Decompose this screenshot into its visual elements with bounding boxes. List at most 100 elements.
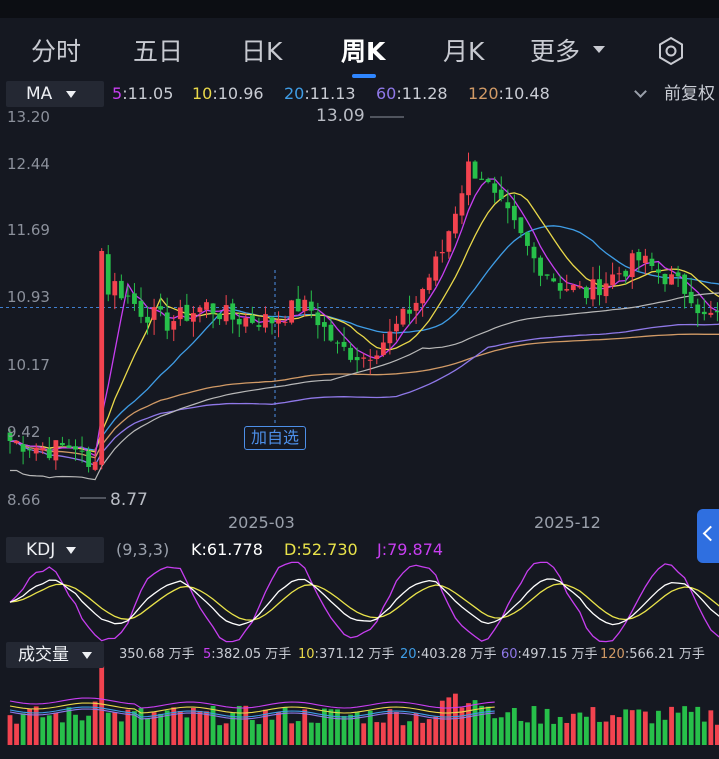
date-axis-label: 2025-12 xyxy=(534,513,601,532)
candle-body xyxy=(230,303,236,320)
candle-body xyxy=(394,323,399,332)
candle-body xyxy=(132,293,137,304)
candle-body xyxy=(623,270,629,277)
candle-body xyxy=(79,450,85,452)
volume-bar xyxy=(315,722,321,745)
candle-body xyxy=(164,312,170,331)
ma250-line xyxy=(10,292,719,481)
candle-body xyxy=(453,213,458,234)
candle-body xyxy=(322,322,327,327)
candle-body xyxy=(361,357,367,359)
candle-body xyxy=(308,301,314,311)
candle-body xyxy=(73,446,78,450)
volume-bar xyxy=(341,715,347,745)
vol-ma20-readout: 20:403.28 万手 xyxy=(400,647,497,662)
price-axis-label: 13.20 xyxy=(7,108,50,126)
volume-bar xyxy=(675,712,681,745)
price-axis-label: 10.17 xyxy=(7,356,50,374)
candle-body xyxy=(223,305,229,322)
candle-body xyxy=(60,442,65,446)
candle-body xyxy=(33,447,39,454)
candle-body xyxy=(557,283,563,291)
price-axis-label: 8.66 xyxy=(7,491,41,509)
ma5-line xyxy=(10,178,719,457)
volume-bar xyxy=(701,721,707,745)
candle-body xyxy=(354,357,360,361)
candle-body xyxy=(492,183,498,193)
candle-body xyxy=(518,217,524,234)
volume-bar xyxy=(394,712,399,745)
candle-body xyxy=(498,189,504,199)
volume-bar xyxy=(53,712,59,745)
candle-body xyxy=(374,355,380,360)
volume-bar xyxy=(105,712,111,745)
volume-bar xyxy=(387,709,393,745)
candle-body xyxy=(682,274,688,294)
candle-body xyxy=(525,232,530,246)
volume-bar xyxy=(715,724,719,745)
high-price-callout: 13.09 xyxy=(316,106,365,126)
volume-bar xyxy=(276,712,281,745)
volume-bar xyxy=(564,722,570,745)
volume-bar xyxy=(14,723,19,745)
volume-bar xyxy=(610,715,615,745)
candle-body xyxy=(276,319,281,324)
candle-body xyxy=(269,317,275,324)
volume-bar xyxy=(361,723,367,745)
kdj-selector-button[interactable]: KDJ xyxy=(6,537,104,563)
volume-bar xyxy=(204,711,209,745)
add-watchlist-button[interactable]: 加自选 xyxy=(244,426,306,450)
candle-body xyxy=(46,449,52,459)
candle-body xyxy=(112,281,118,296)
candle-body xyxy=(263,314,268,328)
volume-bar xyxy=(662,719,668,745)
candle-body xyxy=(184,304,190,321)
volume-bar xyxy=(570,713,576,745)
candle-body xyxy=(171,321,177,330)
volume-bar xyxy=(374,722,380,745)
volume-selector-button[interactable]: 成交量 xyxy=(6,642,104,668)
volume-bar xyxy=(118,721,124,745)
candle-body xyxy=(708,312,714,315)
volume-bar xyxy=(256,724,262,745)
candle-body xyxy=(367,359,373,361)
candle-body xyxy=(538,257,543,276)
volume-bar xyxy=(308,722,314,745)
candle-body xyxy=(485,179,491,183)
price-axis-label: 12.44 xyxy=(7,155,50,173)
date-axis-label: 2025-03 xyxy=(228,513,295,532)
volume-bar xyxy=(623,709,629,745)
candle-body xyxy=(531,246,537,259)
candle-body xyxy=(603,283,609,297)
candle-body xyxy=(610,274,615,286)
candle-body xyxy=(210,303,216,314)
candle-body xyxy=(27,449,33,451)
volume-bar xyxy=(453,693,458,745)
candle-body xyxy=(669,274,674,285)
candle-body xyxy=(341,341,347,347)
candle-body xyxy=(249,315,255,323)
volume-bar xyxy=(505,712,511,745)
vol-ma5-readout: 5:382.05 万手 xyxy=(203,647,292,662)
price-axis-label: 10.93 xyxy=(7,288,50,306)
candle-body xyxy=(282,321,288,323)
volume-bar xyxy=(433,716,439,745)
candle-body xyxy=(380,342,386,356)
volume-bar xyxy=(223,723,229,745)
candle-body xyxy=(695,304,701,314)
volume-bar xyxy=(243,705,249,745)
candle-body xyxy=(236,318,242,325)
volume-bar xyxy=(642,711,648,745)
candle-body xyxy=(551,278,557,282)
candle-body xyxy=(335,342,340,344)
vol-ma60-readout: 60:497.15 万手 xyxy=(501,647,598,662)
candle-body xyxy=(584,287,589,299)
candle-body xyxy=(701,311,707,315)
volume-bar xyxy=(584,716,589,745)
volume-bar xyxy=(603,721,609,745)
candle-body xyxy=(413,302,419,311)
volume-bar xyxy=(60,722,65,745)
candle-body xyxy=(544,274,550,276)
caret-down-icon xyxy=(82,652,92,659)
candle-body xyxy=(420,289,426,304)
